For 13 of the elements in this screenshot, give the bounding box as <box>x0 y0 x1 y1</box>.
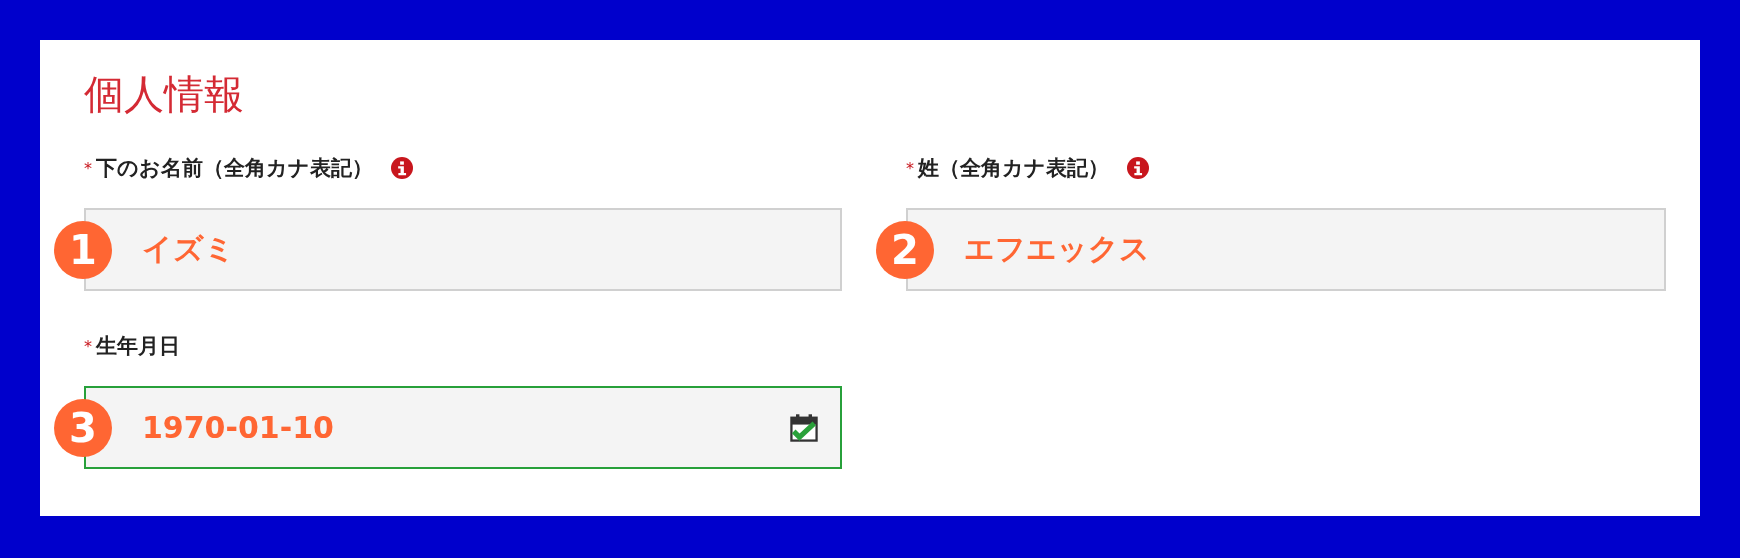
info-icon[interactable] <box>391 157 413 179</box>
info-icon[interactable] <box>1127 157 1149 179</box>
field-label: 姓（全角カナ表記） <box>918 155 1109 182</box>
field-label: 生年月日 <box>96 333 180 360</box>
required-mark: * <box>906 158 914 178</box>
step-number-badge: 2 <box>876 220 934 279</box>
field-label: 下のお名前（全角カナ表記） <box>96 155 373 182</box>
section-title: 個人情報 <box>84 70 244 119</box>
step-number-badge: 1 <box>54 220 112 279</box>
step-number-badge: 3 <box>54 398 112 457</box>
calendar-check-icon[interactable] <box>788 411 820 444</box>
required-mark: * <box>84 336 92 356</box>
required-mark: * <box>84 158 92 178</box>
